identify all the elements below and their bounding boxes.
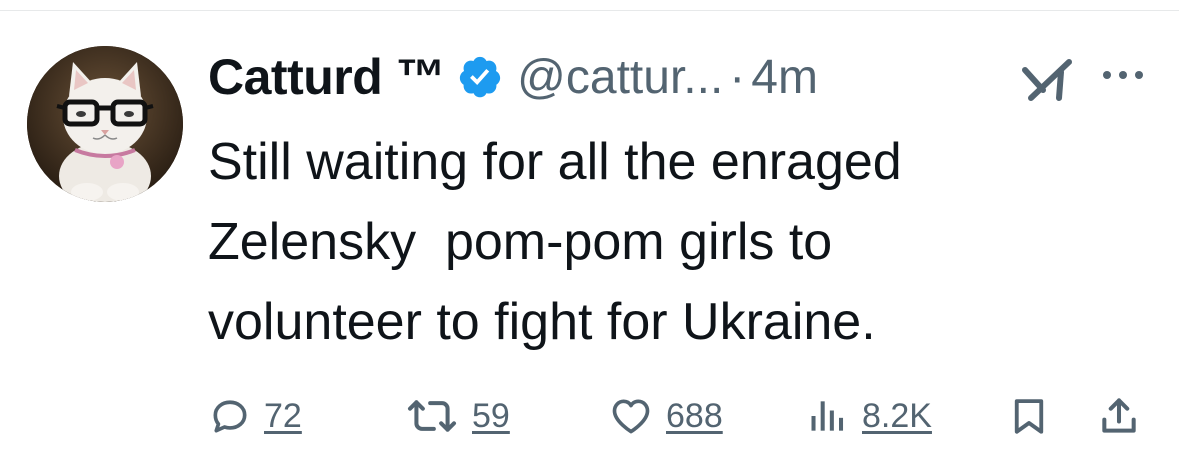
views-icon [806, 394, 850, 438]
repost-button[interactable]: 59 [404, 388, 510, 444]
bookmark-button[interactable] [1008, 388, 1050, 444]
share-button[interactable] [1097, 388, 1141, 444]
timestamp[interactable]: 4m [751, 50, 818, 105]
views-button[interactable]: 8.2K [806, 388, 932, 444]
user-handle[interactable]: @cattur... [517, 50, 723, 105]
avatar[interactable] [27, 46, 183, 202]
views-count: 8.2K [862, 396, 932, 435]
repost-count: 59 [472, 396, 510, 435]
tweet-text: Still waiting for all the enraged Zelens… [208, 133, 902, 351]
reply-button[interactable]: 72 [208, 388, 302, 444]
tweet-header: Catturd ™ @cattur... · 4m [208, 46, 818, 108]
tweet[interactable]: Catturd ™ @cattur... · 4m Still waiting … [0, 0, 1179, 470]
reply-count: 72 [264, 396, 302, 435]
display-name[interactable]: Catturd ™ [208, 48, 446, 106]
separator-dot: · [729, 50, 746, 104]
like-icon [608, 394, 654, 438]
grok-icon[interactable] [1021, 58, 1075, 102]
like-count: 688 [666, 396, 723, 435]
share-icon [1097, 393, 1141, 439]
tweet-actions: 72 59 688 8.2K [0, 388, 1179, 444]
bookmark-icon [1008, 393, 1050, 439]
like-button[interactable]: 688 [608, 388, 723, 444]
reply-icon [208, 394, 252, 438]
repost-icon [404, 394, 460, 438]
more-icon[interactable] [1100, 68, 1146, 82]
verified-badge-icon[interactable] [457, 54, 503, 100]
